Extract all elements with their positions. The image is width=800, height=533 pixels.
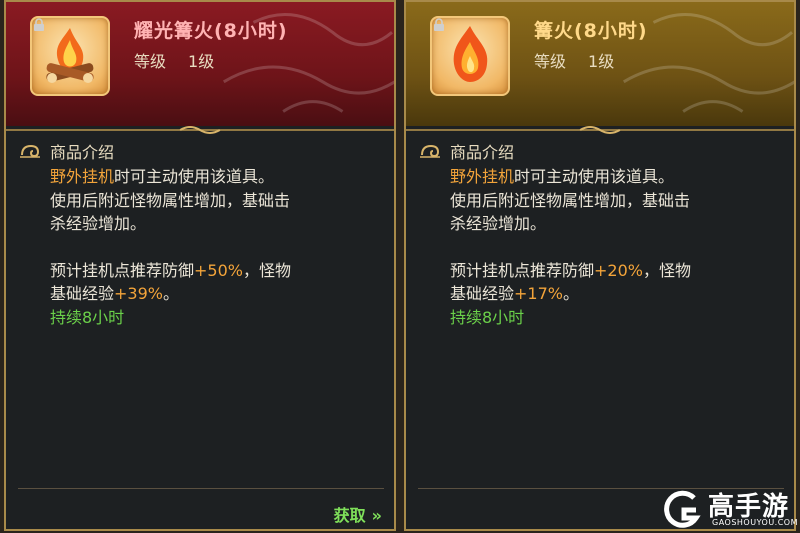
exp-value: +39% [114,284,163,303]
item-card-right: 篝火(8小时) 等级 1级 商品介绍 野外挂机时可主动使用该道具。 使用后附近怪物… [404,0,796,531]
item-icon-frame[interactable] [430,16,510,96]
section-title-text: 商品介绍 [450,143,515,162]
desc-spacer [50,236,370,259]
level-value: 1级 [188,52,215,71]
exp-value: +17% [514,284,563,303]
desc-text: ，怪物 [642,260,691,280]
level-value: 1级 [588,52,615,71]
defense-value: +50% [194,260,243,280]
desc-line: 基础经验+39%。 [50,282,370,306]
watermark: 高手游 GAOSHOUYOU.COM [660,488,799,532]
item-description: 野外挂机时可主动使用该道具。 使用后附近怪物属性增加，基础击 杀经验增加。 预计… [50,165,370,329]
desc-line: 野外挂机时可主动使用该道具。 [450,165,770,189]
level-label: 等级 [134,52,167,71]
cloud-swirl-icon [20,144,40,158]
desc-line: 预计挂机点推荐防御+50%，怪物 [50,259,370,283]
desc-text: 基础经验 [50,284,115,303]
lock-icon [34,18,44,31]
item-card-left: 耀光篝火(8小时) 等级 1级 商品介绍 野外挂机时可主动使用该道具。 使用后附近… [4,0,396,531]
desc-text: 。 [162,284,179,303]
desc-line: 使用后附近怪物属性增加，基础击 [50,190,291,210]
desc-text: 时可主动使用该道具。 [114,167,275,186]
desc-text: 。 [562,284,579,303]
duration-text: 持续8小时 [450,307,525,327]
item-level: 等级 1级 [134,48,236,72]
duration-text: 持续8小时 [50,307,125,327]
acquire-label: 获取 [333,506,366,525]
desc-line: 野外挂机时可主动使用该道具。 [50,165,370,189]
footer-divider [18,488,384,489]
desc-text: ，怪物 [242,260,291,280]
section-header: 商品介绍 [420,140,514,162]
desc-spacer [450,236,770,259]
level-label: 等级 [534,52,567,71]
ornate-divider [406,126,794,134]
item-icon-frame[interactable] [30,16,110,96]
desc-line: 杀经验增加。 [450,214,547,233]
ornate-divider [6,126,394,134]
defense-value: +20% [594,260,643,280]
cloud-swirl-icon [420,144,440,158]
desc-line: 使用后附近怪物属性增加，基础击 [450,190,691,210]
desc-text: 基础经验 [450,284,515,303]
lock-icon [434,18,444,31]
item-title: 耀光篝火(8小时) [134,20,288,42]
desc-highlight: 野外挂机 [50,167,115,186]
desc-text: 时可主动使用该道具。 [514,167,675,186]
desc-line: 基础经验+17%。 [450,282,770,306]
item-header: 篝火(8小时) 等级 1级 [406,2,794,126]
section-header: 商品介绍 [20,140,114,162]
desc-line: 杀经验增加。 [50,214,147,233]
acquire-button[interactable]: 获取 » [334,502,382,526]
chevron-right-icon: » [371,506,382,525]
item-title: 篝火(8小时) [534,20,648,42]
watermark-url: GAOSHOUYOU.COM [712,518,799,527]
item-description: 野外挂机时可主动使用该道具。 使用后附近怪物属性增加，基础击 杀经验增加。 预计… [450,165,770,329]
item-level: 等级 1级 [534,48,636,72]
desc-text: 预计挂机点推荐防御 [50,260,195,280]
brand-logo-icon [664,490,701,528]
section-title-text: 商品介绍 [50,143,115,162]
desc-text: 预计挂机点推荐防御 [450,260,595,280]
item-header: 耀光篝火(8小时) 等级 1级 [6,2,394,126]
desc-line: 预计挂机点推荐防御+20%，怪物 [450,259,770,283]
desc-highlight: 野外挂机 [450,167,515,186]
